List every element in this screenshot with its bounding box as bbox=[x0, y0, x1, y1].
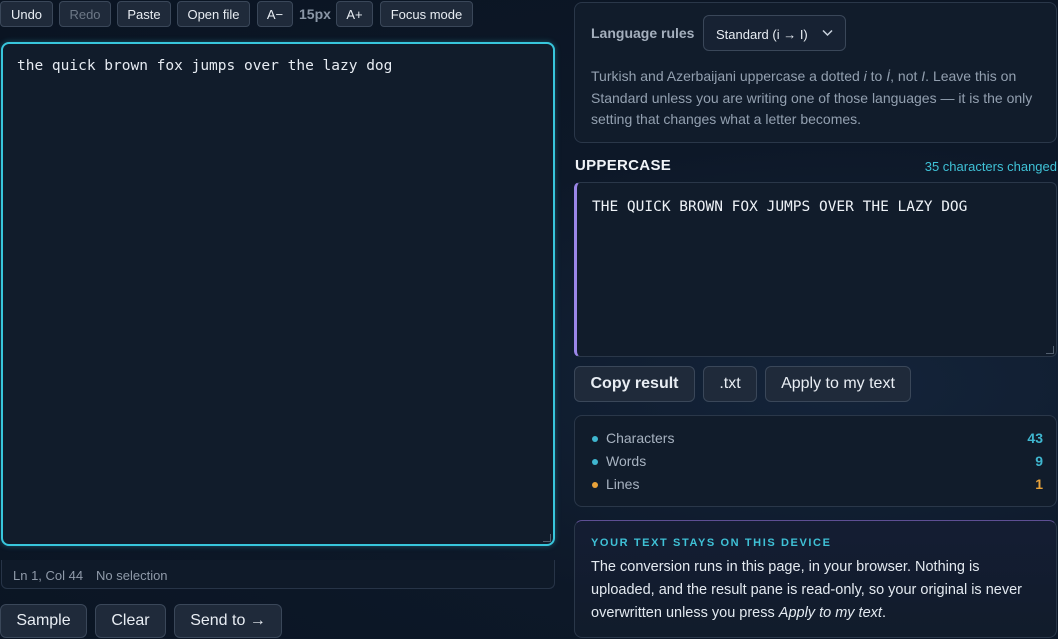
font-decrease-button[interactable]: A− bbox=[257, 1, 293, 27]
focus-mode-button[interactable]: Focus mode bbox=[380, 1, 473, 27]
language-rules-select[interactable]: Standard (i → I) bbox=[703, 15, 846, 51]
editor-status-bar: Ln 1, Col 44 No selection bbox=[1, 560, 555, 589]
stat-words: Words 9 bbox=[591, 452, 1043, 472]
sample-button[interactable]: Sample bbox=[0, 604, 87, 638]
stat-lines: Lines 1 bbox=[591, 475, 1043, 495]
privacy-body: The conversion runs in this page, in you… bbox=[591, 559, 1022, 621]
result-title: UPPERCASE bbox=[575, 157, 672, 174]
bullet-icon bbox=[592, 482, 598, 488]
apply-to-text-button[interactable]: Apply to my text bbox=[765, 366, 911, 402]
send-to-button[interactable]: Send to → bbox=[174, 604, 282, 638]
clear-button[interactable]: Clear bbox=[95, 604, 166, 638]
font-size-readout: 15px bbox=[299, 6, 331, 22]
stats-card: Characters 43 Words 9 Lines 1 bbox=[574, 415, 1057, 507]
changed-count: 35 characters changed bbox=[924, 159, 1057, 174]
language-rules-description: Turkish and Azerbaijani uppercase a dott… bbox=[591, 68, 1033, 127]
language-rules-value: Standard (i → I) bbox=[716, 27, 808, 42]
copy-result-button[interactable]: Copy result bbox=[574, 366, 695, 402]
cursor-position: Ln 1, Col 44 bbox=[13, 568, 84, 583]
input-textarea[interactable]: the quick brown fox jumps over the lazy … bbox=[1, 42, 555, 546]
privacy-card: YOUR TEXT STAYS ON THIS DEVICE The conve… bbox=[574, 520, 1057, 638]
font-increase-button[interactable]: A+ bbox=[336, 1, 373, 27]
open-file-button[interactable]: Open file bbox=[177, 1, 250, 27]
input-text: the quick brown fox jumps over the lazy … bbox=[17, 58, 393, 74]
resize-handle[interactable] bbox=[543, 534, 551, 542]
language-rules-label: Language rules bbox=[591, 25, 695, 41]
resize-handle[interactable] bbox=[1046, 346, 1054, 354]
language-rules-card: Language rules Standard (i → I) Turkish … bbox=[574, 2, 1057, 143]
result-textarea[interactable]: THE QUICK BROWN FOX JUMPS OVER THE LAZY … bbox=[574, 182, 1057, 357]
selection-status: No selection bbox=[96, 568, 168, 583]
bullet-icon bbox=[592, 436, 598, 442]
privacy-heading: YOUR TEXT STAYS ON THIS DEVICE bbox=[591, 537, 832, 549]
chevron-down-icon bbox=[822, 29, 833, 37]
download-txt-button[interactable]: .txt bbox=[703, 366, 757, 402]
redo-button[interactable]: Redo bbox=[59, 1, 111, 27]
result-text: THE QUICK BROWN FOX JUMPS OVER THE LAZY … bbox=[592, 199, 968, 215]
stat-characters: Characters 43 bbox=[591, 429, 1043, 449]
bullet-icon bbox=[592, 459, 598, 465]
undo-button[interactable]: Undo bbox=[0, 1, 53, 27]
paste-button[interactable]: Paste bbox=[117, 1, 171, 27]
